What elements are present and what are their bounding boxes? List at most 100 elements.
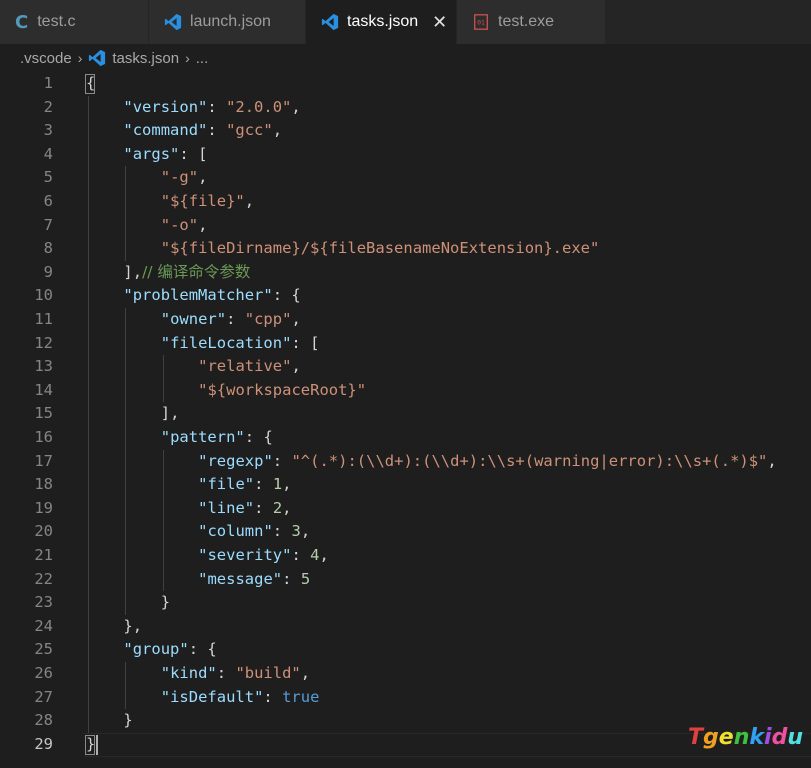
code-line[interactable]: 24 }, <box>0 615 811 639</box>
code-line[interactable]: 22 "message": 5 <box>0 568 811 592</box>
code-line[interactable]: 26 "kind": "build", <box>0 662 811 686</box>
line-number: 28 <box>34 711 53 730</box>
code-line[interactable]: 12 "fileLocation": [ <box>0 332 811 356</box>
code-line[interactable]: 2 "version": "2.0.0", <box>0 96 811 120</box>
breadcrumb-more[interactable]: ... <box>196 50 209 67</box>
tab-test-c[interactable]: C test.c <box>0 0 149 44</box>
line-number: 1 <box>43 74 53 92</box>
line-number: 27 <box>34 687 53 706</box>
tab-bar: C test.c launch.json tasks.json ✕ 01 tes… <box>0 0 811 44</box>
vscode-icon <box>164 13 182 31</box>
vscode-icon <box>89 49 106 67</box>
code-text: "owner": "cpp", <box>160 310 301 328</box>
code-text: "fileLocation": [ <box>160 333 320 352</box>
code-text: "command": "gcc", <box>123 121 283 140</box>
line-number: 19 <box>34 498 53 517</box>
tab-label: tasks.json <box>347 13 419 30</box>
tab-tasks-json[interactable]: tasks.json ✕ <box>306 0 457 44</box>
code-line[interactable]: 4 "args": [ <box>0 143 811 167</box>
code-text: "message": 5 <box>198 569 311 588</box>
code-line[interactable]: 16 "pattern": { <box>0 426 811 450</box>
tab-label: test.exe <box>498 13 555 30</box>
code-text: "line": 2, <box>198 498 292 517</box>
code-line[interactable]: 7 "-o", <box>0 214 811 238</box>
line-number: 21 <box>34 546 53 564</box>
line-number: 13 <box>34 357 53 376</box>
code-text: "relative", <box>198 357 301 376</box>
code-line[interactable]: 19 "line": 2, <box>0 497 811 521</box>
text-cursor <box>96 734 98 755</box>
code-line[interactable]: 11 "owner": "cpp", <box>0 308 811 332</box>
close-icon[interactable]: ✕ <box>432 12 447 33</box>
code-line[interactable]: 17 "regexp": "^(.*):(\\d+):(\\d+):\\s+(w… <box>0 450 811 474</box>
code-line[interactable]: 6 "${file}", <box>0 190 811 214</box>
line-number: 23 <box>34 593 53 612</box>
breadcrumb-file[interactable]: tasks.json <box>112 50 179 67</box>
c-file-icon: C <box>15 11 29 33</box>
vscode-icon <box>321 13 339 31</box>
code-line[interactable]: 15 ], <box>0 402 811 426</box>
code-text: "group": { <box>123 640 217 659</box>
bracket-match-highlight <box>85 74 95 94</box>
code-line[interactable]: 3 "command": "gcc", <box>0 119 811 143</box>
code-text: "args": [ <box>123 144 208 163</box>
tab-label: launch.json <box>190 13 271 30</box>
line-number: 25 <box>34 640 53 659</box>
breadcrumb: .vscode › tasks.json › ... <box>0 44 811 72</box>
code-line[interactable]: 23 } <box>0 591 811 615</box>
line-number: 24 <box>34 616 53 635</box>
code-text: "column": 3, <box>198 522 311 541</box>
tab-launch-json[interactable]: launch.json <box>149 0 306 44</box>
code-text: } <box>123 711 133 730</box>
code-line[interactable]: 18 "file": 1, <box>0 473 811 497</box>
code-line[interactable]: 14 "${workspaceRoot}" <box>0 379 811 403</box>
code-text: "${file}", <box>160 192 255 210</box>
chevron-right-icon: › <box>185 50 190 66</box>
code-text: "kind": "build", <box>160 664 311 682</box>
bracket-match-highlight <box>85 734 95 755</box>
watermark-logo: Tgenkidu <box>688 725 803 750</box>
line-number: 9 <box>43 262 53 281</box>
line-number: 29 <box>34 734 53 753</box>
line-number: 18 <box>34 475 53 494</box>
code-line[interactable]: 21 "severity": 4, <box>0 544 811 568</box>
line-number: 7 <box>43 215 53 234</box>
code-text: "severity": 4, <box>198 546 329 564</box>
code-text: "problemMatcher": { <box>123 286 301 305</box>
line-number: 8 <box>43 239 53 258</box>
code-text: "-g", <box>160 168 208 187</box>
svg-text:01: 01 <box>477 20 485 27</box>
code-text: "version": "2.0.0", <box>123 97 301 116</box>
line-number: 14 <box>34 380 53 399</box>
line-number: 12 <box>34 333 53 352</box>
line-number: 3 <box>43 121 53 140</box>
tab-label: test.c <box>37 13 76 30</box>
line-number: 17 <box>34 451 53 470</box>
line-number: 20 <box>34 522 53 541</box>
code-line[interactable]: 1{ <box>0 72 811 96</box>
code-line[interactable]: 5 "-g", <box>0 166 811 190</box>
line-number: 22 <box>34 569 53 588</box>
breadcrumb-folder[interactable]: .vscode <box>20 50 72 67</box>
code-line[interactable]: 10 "problemMatcher": { <box>0 284 811 308</box>
code-line[interactable]: 27 "isDefault": true <box>0 686 811 710</box>
code-line[interactable]: 20 "column": 3, <box>0 520 811 544</box>
line-number: 16 <box>34 428 53 446</box>
tab-test-exe[interactable]: 01 test.exe <box>457 0 606 44</box>
code-text: "${workspaceRoot}" <box>198 380 367 399</box>
code-text: "file": 1, <box>198 475 292 494</box>
line-number: 5 <box>43 168 53 187</box>
line-number: 11 <box>34 310 53 328</box>
code-line[interactable]: 8 "${fileDirname}/${fileBasenameNoExtens… <box>0 237 811 261</box>
line-number: 4 <box>43 144 53 163</box>
code-line[interactable]: 13 "relative", <box>0 355 811 379</box>
code-text: } <box>160 593 171 612</box>
code-line[interactable]: 25 "group": { <box>0 638 811 662</box>
code-line[interactable]: 9 ],// 编译命令参数 <box>0 261 811 285</box>
chevron-right-icon: › <box>77 50 83 66</box>
line-number: 2 <box>43 97 53 116</box>
code-text: "isDefault": true <box>160 687 320 706</box>
binary-file-icon: 01 <box>474 14 488 30</box>
code-editor[interactable]: 1{2 "version": "2.0.0", 3 "command": "gcc… <box>0 72 811 768</box>
code-text: "-o", <box>160 215 208 234</box>
